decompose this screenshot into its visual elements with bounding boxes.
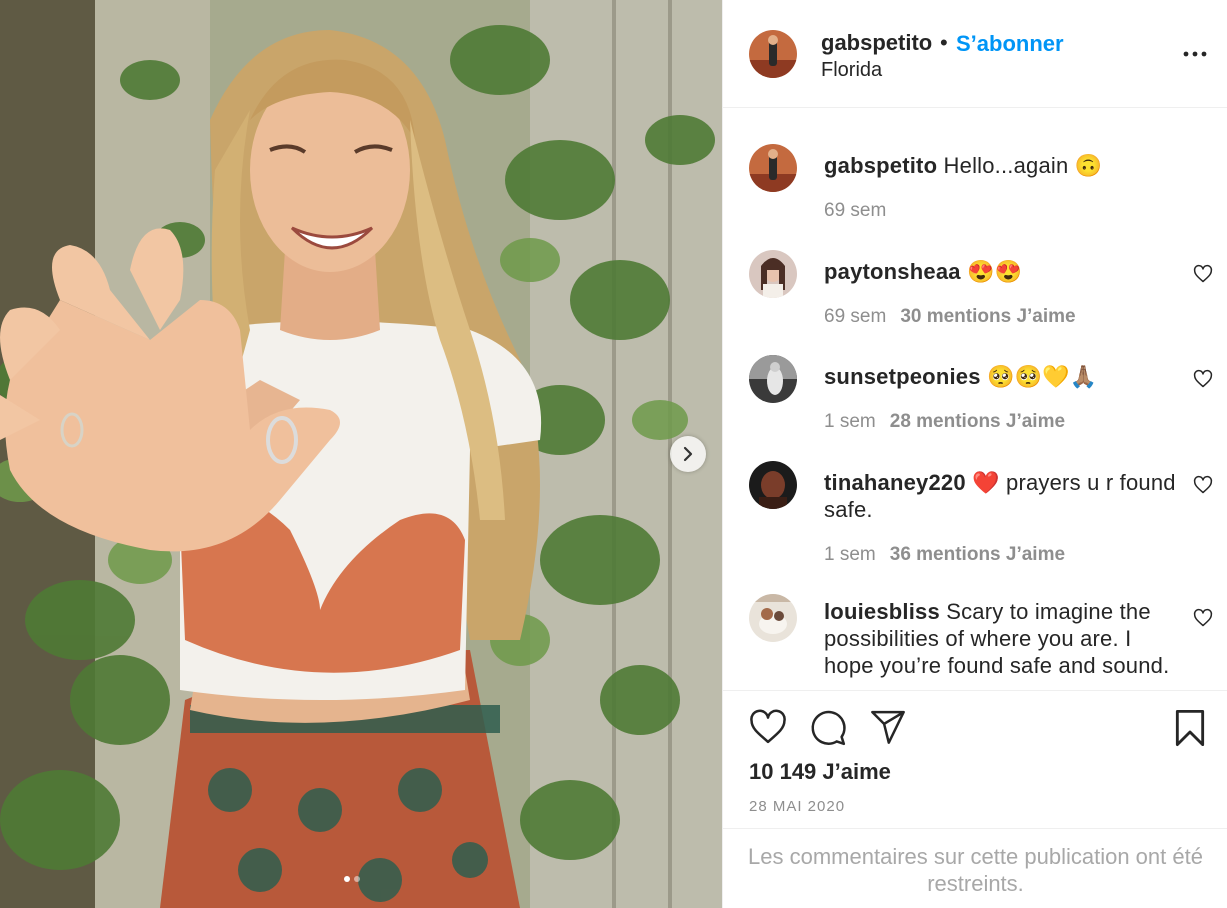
separator-dot: • xyxy=(940,30,948,55)
caption-meta: 69 sem xyxy=(824,200,886,222)
author-username[interactable]: gabspetito xyxy=(821,30,932,56)
comment-avatar[interactable] xyxy=(749,250,797,298)
comment-meta: 69 sem 30 mentions J’aime xyxy=(824,306,1076,328)
comment-text: 😍😍 xyxy=(967,259,1023,284)
carousel-dot xyxy=(344,876,350,882)
caption-text: Hello...again 🙃 xyxy=(943,153,1103,178)
caption-avatar[interactable] xyxy=(749,144,797,192)
comment-username[interactable]: sunsetpeonies xyxy=(824,364,981,389)
more-options-icon xyxy=(1183,51,1207,57)
comment-meta: 1 sem 28 mentions J’aime xyxy=(824,411,1065,433)
carousel-dots xyxy=(344,876,360,882)
comments-restricted-notice: Les commentaires sur cette publication o… xyxy=(723,828,1227,908)
post-photo xyxy=(0,0,722,908)
comment-item: tinahaney220 ❤️ prayers u r found safe. … xyxy=(723,461,1227,571)
post-image[interactable] xyxy=(0,0,722,908)
comment-username[interactable]: louiesbliss xyxy=(824,599,940,624)
comment-item: louiesbliss Scary to imagine the possibi… xyxy=(723,594,1227,690)
comment-avatar[interactable] xyxy=(749,355,797,403)
caption: gabspetito Hello...again 🙃 69 sem xyxy=(723,144,1227,234)
comment-avatar-image xyxy=(749,355,797,403)
comment-text-block: sunsetpeonies 🥺🥺💛🙏🏽 xyxy=(824,363,1176,390)
comment-username[interactable]: paytonsheaa xyxy=(824,259,961,284)
next-image-button[interactable] xyxy=(670,436,706,472)
comments-list[interactable]: gabspetito Hello...again 🙃 69 sem payton… xyxy=(723,108,1227,690)
comment-like-button[interactable] xyxy=(1193,475,1213,500)
comment-like-button[interactable] xyxy=(1193,369,1213,394)
like-button[interactable] xyxy=(749,709,787,750)
follow-button[interactable]: S’abonner xyxy=(956,31,1064,57)
share-button[interactable] xyxy=(869,709,907,750)
author-avatar-image xyxy=(749,30,797,78)
comment-avatar-image xyxy=(749,594,797,642)
post-header: gabspetito • S’abonner Florida xyxy=(723,0,1227,108)
comment-like-button[interactable] xyxy=(1193,264,1213,289)
comment-username[interactable]: tinahaney220 xyxy=(824,470,966,495)
caption-avatar-image xyxy=(749,144,797,192)
likes-count[interactable]: 10 149 J’aime xyxy=(749,759,891,785)
comment-text-block: tinahaney220 ❤️ prayers u r found safe. xyxy=(824,469,1176,523)
comment-item: paytonsheaa 😍😍 69 sem 30 mentions J’aime xyxy=(723,250,1227,340)
post-panel: gabspetito • S’abonner Florida gabspetit… xyxy=(722,0,1227,908)
heart-icon xyxy=(1193,264,1213,283)
comment-avatar[interactable] xyxy=(749,594,797,642)
comment-icon xyxy=(811,710,846,746)
more-options-button[interactable] xyxy=(1183,42,1207,71)
carousel-dot xyxy=(354,876,360,882)
comment-time[interactable]: 69 sem xyxy=(824,306,886,327)
author-avatar[interactable] xyxy=(749,30,797,78)
post-actions: 10 149 J’aime 28 MAI 2020 xyxy=(723,690,1227,828)
comment-time[interactable]: 1 sem xyxy=(824,544,876,565)
post-location[interactable]: Florida xyxy=(821,59,882,82)
heart-icon xyxy=(1193,369,1213,388)
comment-meta: 1 sem 36 mentions J’aime xyxy=(824,544,1065,566)
comment-text-block: paytonsheaa 😍😍 xyxy=(824,258,1176,285)
heart-icon xyxy=(1193,608,1213,627)
caption-text-block: gabspetito Hello...again 🙃 xyxy=(824,152,1176,179)
caption-time[interactable]: 69 sem xyxy=(824,200,886,221)
comment-time[interactable]: 1 sem xyxy=(824,411,876,432)
comment-avatar-image xyxy=(749,250,797,298)
comment-likes[interactable]: 28 mentions J’aime xyxy=(890,411,1065,432)
heart-icon xyxy=(750,709,786,744)
chevron-right-icon xyxy=(683,446,693,462)
post-date[interactable]: 28 MAI 2020 xyxy=(749,798,845,815)
comment-like-button[interactable] xyxy=(1193,608,1213,633)
save-button[interactable] xyxy=(1173,709,1207,752)
heart-icon xyxy=(1193,475,1213,494)
bookmark-icon xyxy=(1175,709,1205,747)
comment-item: sunsetpeonies 🥺🥺💛🙏🏽 1 sem 28 mentions J’a… xyxy=(723,355,1227,445)
comment-likes[interactable]: 36 mentions J’aime xyxy=(890,544,1065,565)
comment-likes[interactable]: 30 mentions J’aime xyxy=(900,306,1075,327)
comment-text: 🥺🥺💛🙏🏽 xyxy=(986,364,1098,389)
comment-button[interactable] xyxy=(809,709,847,752)
send-icon xyxy=(871,710,905,744)
comment-avatar-image xyxy=(749,461,797,509)
caption-username[interactable]: gabspetito xyxy=(824,153,937,178)
comment-text-block: louiesbliss Scary to imagine the possibi… xyxy=(824,598,1176,679)
comment-avatar[interactable] xyxy=(749,461,797,509)
